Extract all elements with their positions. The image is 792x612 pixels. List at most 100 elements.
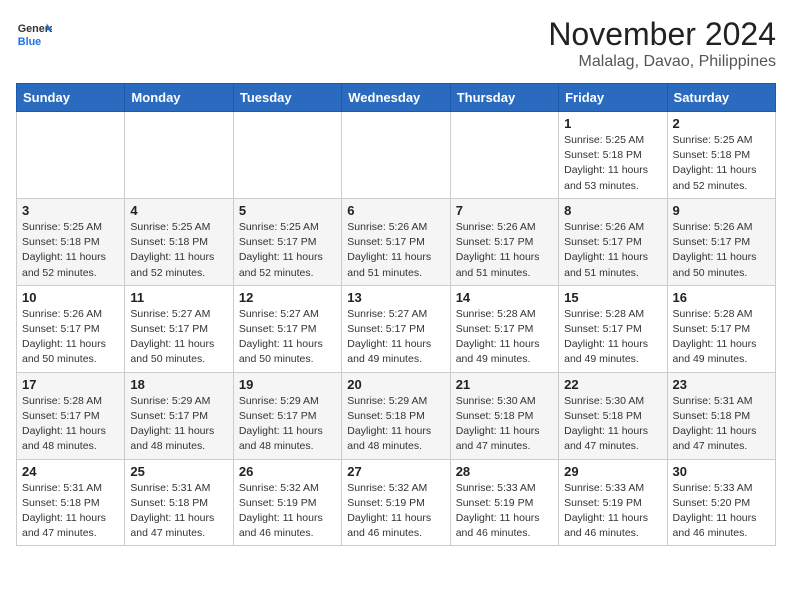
day-info: Sunrise: 5:25 AMSunset: 5:17 PMDaylight:… xyxy=(239,220,336,281)
day-info: Sunrise: 5:30 AMSunset: 5:18 PMDaylight:… xyxy=(564,394,661,455)
title-block: November 2024 Malalag, Davao, Philippine… xyxy=(548,16,776,71)
day-info: Sunrise: 5:32 AMSunset: 5:19 PMDaylight:… xyxy=(347,481,444,542)
calendar-cell: 24Sunrise: 5:31 AMSunset: 5:18 PMDayligh… xyxy=(17,459,125,546)
calendar-week-row: 3 Sunrise: 5:25 AMSunset: 5:18 PMDaylight… xyxy=(17,198,776,285)
calendar-cell: 20 Sunrise: 5:29 AMSunset: 5:18 PMDayligh… xyxy=(342,372,450,459)
svg-text:Blue: Blue xyxy=(18,36,41,48)
calendar-cell: 8 Sunrise: 5:26 AMSunset: 5:17 PMDaylight… xyxy=(559,198,667,285)
day-number: 30 xyxy=(673,464,770,479)
day-info: Sunrise: 5:27 AMSunset: 5:17 PMDaylight:… xyxy=(130,307,227,368)
calendar-cell: 6 Sunrise: 5:26 AMSunset: 5:17 PMDaylight… xyxy=(342,198,450,285)
calendar-cell: 2Sunrise: 5:25 AMSunset: 5:18 PMDaylight… xyxy=(667,112,775,199)
weekday-header-tuesday: Tuesday xyxy=(233,84,341,112)
day-info: Sunrise: 5:26 AMSunset: 5:17 PMDaylight:… xyxy=(22,307,119,368)
day-info: Sunrise: 5:33 AMSunset: 5:19 PMDaylight:… xyxy=(564,481,661,542)
day-number: 16 xyxy=(673,290,770,305)
day-info: Sunrise: 5:31 AMSunset: 5:18 PMDaylight:… xyxy=(22,481,119,542)
calendar-cell: 27 Sunrise: 5:32 AMSunset: 5:19 PMDayligh… xyxy=(342,459,450,546)
calendar-cell: 23 Sunrise: 5:31 AMSunset: 5:18 PMDayligh… xyxy=(667,372,775,459)
day-info: Sunrise: 5:25 AMSunset: 5:18 PMDaylight:… xyxy=(673,133,770,194)
day-number: 5 xyxy=(239,203,336,218)
weekday-header-saturday: Saturday xyxy=(667,84,775,112)
calendar-cell: 22 Sunrise: 5:30 AMSunset: 5:18 PMDayligh… xyxy=(559,372,667,459)
day-number: 19 xyxy=(239,377,336,392)
calendar-cell: 3 Sunrise: 5:25 AMSunset: 5:18 PMDaylight… xyxy=(17,198,125,285)
calendar-cell: 16Sunrise: 5:28 AMSunset: 5:17 PMDayligh… xyxy=(667,285,775,372)
calendar-cell: 18 Sunrise: 5:29 AMSunset: 5:17 PMDayligh… xyxy=(125,372,233,459)
calendar-cell: 9 Sunrise: 5:26 AMSunset: 5:17 PMDaylight… xyxy=(667,198,775,285)
day-number: 22 xyxy=(564,377,661,392)
day-info: Sunrise: 5:28 AMSunset: 5:17 PMDaylight:… xyxy=(456,307,553,368)
calendar-cell: 29Sunrise: 5:33 AMSunset: 5:19 PMDayligh… xyxy=(559,459,667,546)
calendar-cell: 26Sunrise: 5:32 AMSunset: 5:19 PMDayligh… xyxy=(233,459,341,546)
calendar-cell: 1Sunrise: 5:25 AMSunset: 5:18 PMDaylight… xyxy=(559,112,667,199)
day-number: 14 xyxy=(456,290,553,305)
calendar-week-row: 24Sunrise: 5:31 AMSunset: 5:18 PMDayligh… xyxy=(17,459,776,546)
calendar-cell xyxy=(342,112,450,199)
calendar-cell xyxy=(450,112,558,199)
calendar-cell: 25 Sunrise: 5:31 AMSunset: 5:18 PMDayligh… xyxy=(125,459,233,546)
logo: General Blue xyxy=(16,16,52,52)
day-number: 27 xyxy=(347,464,444,479)
day-info: Sunrise: 5:29 AMSunset: 5:17 PMDaylight:… xyxy=(130,394,227,455)
calendar-cell: 21 Sunrise: 5:30 AMSunset: 5:18 PMDayligh… xyxy=(450,372,558,459)
weekday-header-row: SundayMondayTuesdayWednesdayThursdayFrid… xyxy=(17,84,776,112)
day-info: Sunrise: 5:28 AMSunset: 5:17 PMDaylight:… xyxy=(22,394,119,455)
day-number: 8 xyxy=(564,203,661,218)
calendar-week-row: 10Sunrise: 5:26 AMSunset: 5:17 PMDayligh… xyxy=(17,285,776,372)
logo-icon: General Blue xyxy=(16,16,52,52)
day-number: 6 xyxy=(347,203,444,218)
day-info: Sunrise: 5:33 AMSunset: 5:20 PMDaylight:… xyxy=(673,481,770,542)
month-year: November 2024 xyxy=(548,16,776,53)
calendar-cell: 19 Sunrise: 5:29 AMSunset: 5:17 PMDayligh… xyxy=(233,372,341,459)
day-info: Sunrise: 5:31 AMSunset: 5:18 PMDaylight:… xyxy=(130,481,227,542)
day-info: Sunrise: 5:29 AMSunset: 5:17 PMDaylight:… xyxy=(239,394,336,455)
day-number: 4 xyxy=(130,203,227,218)
calendar-cell: 30 Sunrise: 5:33 AMSunset: 5:20 PMDayligh… xyxy=(667,459,775,546)
calendar-cell: 4 Sunrise: 5:25 AMSunset: 5:18 PMDaylight… xyxy=(125,198,233,285)
day-info: Sunrise: 5:30 AMSunset: 5:18 PMDaylight:… xyxy=(456,394,553,455)
calendar-cell: 5 Sunrise: 5:25 AMSunset: 5:17 PMDaylight… xyxy=(233,198,341,285)
calendar-cell: 14 Sunrise: 5:28 AMSunset: 5:17 PMDayligh… xyxy=(450,285,558,372)
calendar-cell: 11 Sunrise: 5:27 AMSunset: 5:17 PMDayligh… xyxy=(125,285,233,372)
calendar-cell xyxy=(233,112,341,199)
day-number: 7 xyxy=(456,203,553,218)
weekday-header-thursday: Thursday xyxy=(450,84,558,112)
day-number: 17 xyxy=(22,377,119,392)
day-info: Sunrise: 5:26 AMSunset: 5:17 PMDaylight:… xyxy=(564,220,661,281)
day-number: 23 xyxy=(673,377,770,392)
weekday-header-sunday: Sunday xyxy=(17,84,125,112)
day-number: 12 xyxy=(239,290,336,305)
location: Malalag, Davao, Philippines xyxy=(548,53,776,71)
day-info: Sunrise: 5:31 AMSunset: 5:18 PMDaylight:… xyxy=(673,394,770,455)
calendar-cell: 17 Sunrise: 5:28 AMSunset: 5:17 PMDayligh… xyxy=(17,372,125,459)
day-info: Sunrise: 5:26 AMSunset: 5:17 PMDaylight:… xyxy=(673,220,770,281)
day-number: 11 xyxy=(130,290,227,305)
weekday-header-friday: Friday xyxy=(559,84,667,112)
calendar-cell: 12 Sunrise: 5:27 AMSunset: 5:17 PMDayligh… xyxy=(233,285,341,372)
day-info: Sunrise: 5:28 AMSunset: 5:17 PMDaylight:… xyxy=(564,307,661,368)
day-info: Sunrise: 5:25 AMSunset: 5:18 PMDaylight:… xyxy=(22,220,119,281)
calendar-cell: 28 Sunrise: 5:33 AMSunset: 5:19 PMDayligh… xyxy=(450,459,558,546)
day-number: 21 xyxy=(456,377,553,392)
day-number: 18 xyxy=(130,377,227,392)
day-info: Sunrise: 5:29 AMSunset: 5:18 PMDaylight:… xyxy=(347,394,444,455)
day-info: Sunrise: 5:33 AMSunset: 5:19 PMDaylight:… xyxy=(456,481,553,542)
day-info: Sunrise: 5:26 AMSunset: 5:17 PMDaylight:… xyxy=(347,220,444,281)
day-number: 9 xyxy=(673,203,770,218)
day-info: Sunrise: 5:25 AMSunset: 5:18 PMDaylight:… xyxy=(564,133,661,194)
day-info: Sunrise: 5:25 AMSunset: 5:18 PMDaylight:… xyxy=(130,220,227,281)
day-info: Sunrise: 5:32 AMSunset: 5:19 PMDaylight:… xyxy=(239,481,336,542)
day-number: 3 xyxy=(22,203,119,218)
day-info: Sunrise: 5:27 AMSunset: 5:17 PMDaylight:… xyxy=(239,307,336,368)
calendar-table: SundayMondayTuesdayWednesdayThursdayFrid… xyxy=(16,83,776,546)
day-number: 28 xyxy=(456,464,553,479)
day-number: 25 xyxy=(130,464,227,479)
weekday-header-monday: Monday xyxy=(125,84,233,112)
calendar-cell: 7Sunrise: 5:26 AMSunset: 5:17 PMDaylight… xyxy=(450,198,558,285)
calendar-week-row: 17 Sunrise: 5:28 AMSunset: 5:17 PMDayligh… xyxy=(17,372,776,459)
day-info: Sunrise: 5:27 AMSunset: 5:17 PMDaylight:… xyxy=(347,307,444,368)
day-number: 20 xyxy=(347,377,444,392)
calendar-cell: 13Sunrise: 5:27 AMSunset: 5:17 PMDayligh… xyxy=(342,285,450,372)
calendar-cell xyxy=(17,112,125,199)
